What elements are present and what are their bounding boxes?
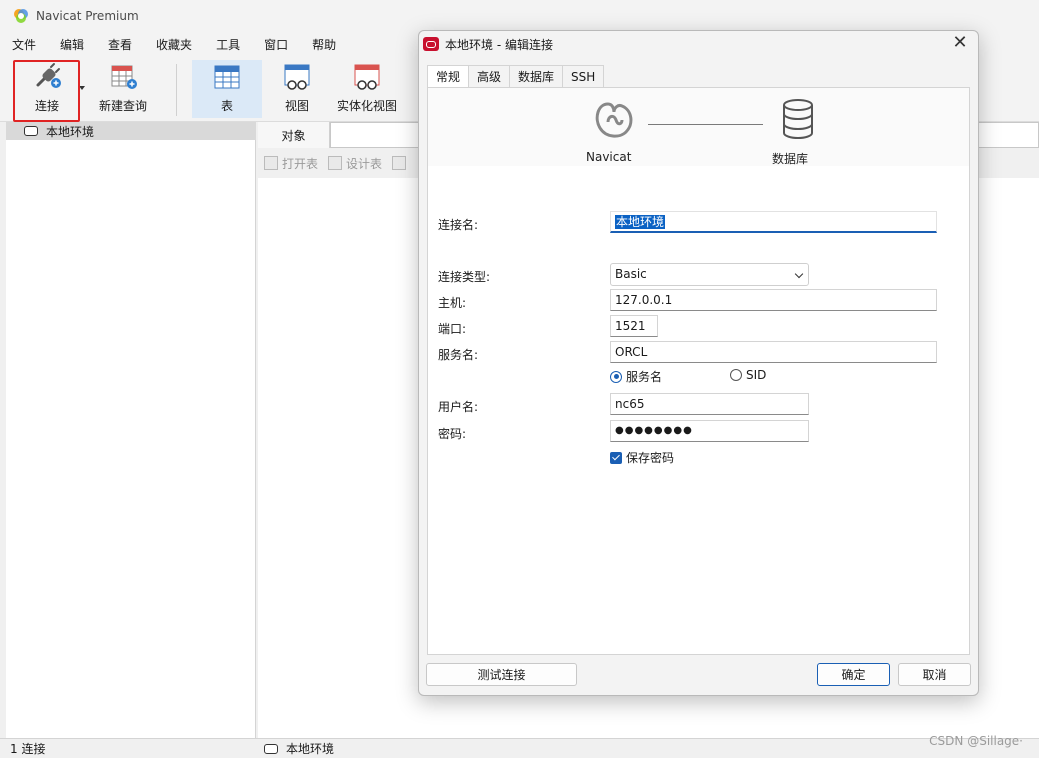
close-icon[interactable]: ✕ xyxy=(950,33,970,53)
navicat-logo-icon xyxy=(14,9,28,23)
materialized-view-label: 实体化视图 xyxy=(336,99,397,113)
diagram-database-label: 数据库 xyxy=(772,152,809,166)
status-bar: 1 连接 本地环境 xyxy=(0,738,1039,758)
materialized-view-icon xyxy=(354,64,380,90)
new-query-button[interactable]: 新建查询 xyxy=(92,60,154,118)
tab-objects-label: 对象 xyxy=(281,128,306,143)
open-table-icon xyxy=(264,156,278,170)
conn-name-label: 连接名: xyxy=(438,218,479,232)
conn-name-value: 本地环境 xyxy=(615,215,666,229)
toolbar-divider xyxy=(176,64,177,116)
app-titlebar: Navicat Premium xyxy=(0,0,1039,32)
conn-type-value: Basic xyxy=(615,267,647,281)
radio-unselected-icon xyxy=(730,369,742,381)
connection-icon xyxy=(24,126,38,136)
service-input[interactable]: ORCL xyxy=(610,341,937,363)
design-table-button[interactable]: 设计表 xyxy=(328,155,382,172)
service-name-radio[interactable]: 服务名 xyxy=(610,368,662,385)
new-table-icon xyxy=(392,156,407,170)
app-title: Navicat Premium xyxy=(36,9,139,23)
menu-file[interactable]: 文件 xyxy=(4,36,44,53)
menu-help[interactable]: 帮助 xyxy=(304,36,344,53)
status-connection-count: 1 连接 xyxy=(10,742,46,756)
menu-view[interactable]: 查看 xyxy=(100,36,140,53)
dialog-tabs: 常规 高级 数据库 SSH xyxy=(427,65,605,88)
radio-selected-icon xyxy=(610,370,622,383)
status-current: 本地环境 xyxy=(256,740,334,757)
tab-ssh[interactable]: SSH xyxy=(562,65,605,87)
oracle-connection-icon xyxy=(423,37,439,51)
service-label: 服务名: xyxy=(438,348,479,362)
ok-button[interactable]: 确定 xyxy=(817,663,890,686)
tab-objects[interactable]: 对象 xyxy=(258,122,330,148)
tree-item-label: 本地环境 xyxy=(46,124,95,139)
host-input[interactable]: 127.0.0.1 xyxy=(610,289,937,311)
dialog-titlebar: 本地环境 - 编辑连接 ✕ xyxy=(419,31,978,57)
connect-highlight-box xyxy=(13,60,80,122)
sid-radio-label: SID xyxy=(746,368,767,382)
tab-general[interactable]: 常规 xyxy=(427,65,470,88)
design-table-label: 设计表 xyxy=(346,156,383,171)
host-label: 主机: xyxy=(438,296,467,310)
materialized-view-button[interactable]: 实体化视图 xyxy=(334,60,400,118)
status-current-label: 本地环境 xyxy=(286,742,335,756)
new-query-label: 新建查询 xyxy=(98,99,147,113)
user-input[interactable]: nc65 xyxy=(610,393,809,415)
view-label: 视图 xyxy=(284,99,309,113)
conn-name-input[interactable]: 本地环境 xyxy=(610,211,937,233)
tree-item-connection[interactable]: 本地环境 xyxy=(6,122,256,140)
open-table-label: 打开表 xyxy=(282,156,319,171)
new-table-button[interactable] xyxy=(392,156,410,170)
test-connection-button[interactable]: 测试连接 xyxy=(426,663,577,686)
user-label: 用户名: xyxy=(438,400,479,414)
table-icon xyxy=(214,65,240,89)
service-name-radio-label: 服务名 xyxy=(626,370,663,384)
navicat-logo-icon xyxy=(595,102,633,138)
edit-connection-dialog: 本地环境 - 编辑连接 ✕ 常规 高级 数据库 SSH Navicat 数据库 … xyxy=(418,30,979,696)
menu-edit[interactable]: 编辑 xyxy=(52,36,92,53)
watermark: CSDN @Sillage· xyxy=(929,734,1023,748)
dialog-body: Navicat 数据库 连接名: 本地环境 连接类型: Basic 主机: 12… xyxy=(427,87,970,655)
database-icon xyxy=(783,99,813,140)
password-label: 密码: xyxy=(438,427,467,441)
sid-radio[interactable]: SID xyxy=(730,368,766,382)
chevron-down-icon xyxy=(794,269,804,279)
tab-databases[interactable]: 数据库 xyxy=(509,65,564,87)
checkbox-checked-icon xyxy=(610,451,622,464)
diagram-navicat-label: Navicat xyxy=(586,150,632,164)
port-input[interactable]: 1521 xyxy=(610,315,658,337)
view-button[interactable]: 视图 xyxy=(268,60,326,118)
port-label: 端口: xyxy=(438,322,467,336)
open-table-button[interactable]: 打开表 xyxy=(264,155,318,172)
cancel-button[interactable]: 取消 xyxy=(898,663,971,686)
conn-type-label: 连接类型: xyxy=(438,270,491,284)
view-icon xyxy=(284,64,310,90)
menu-window[interactable]: 窗口 xyxy=(256,36,296,53)
query-table-icon xyxy=(111,65,137,89)
save-password-label: 保存密码 xyxy=(626,451,675,465)
connection-tree: 本地环境 xyxy=(6,122,256,738)
dialog-title: 本地环境 - 编辑连接 xyxy=(445,37,553,52)
conn-type-select[interactable]: Basic xyxy=(610,263,809,286)
menu-tools[interactable]: 工具 xyxy=(208,36,248,53)
menu-favorites[interactable]: 收藏夹 xyxy=(148,36,200,53)
tab-advanced[interactable]: 高级 xyxy=(468,65,511,87)
table-button[interactable]: 表 xyxy=(192,60,262,118)
save-password-checkbox[interactable]: 保存密码 xyxy=(610,449,674,466)
password-input[interactable]: ●●●●●●●● xyxy=(610,420,809,442)
status-connection-icon xyxy=(264,743,278,754)
connection-diagram: Navicat 数据库 xyxy=(428,88,969,166)
table-label: 表 xyxy=(220,99,233,113)
diagram-connector-line xyxy=(648,124,763,125)
design-table-icon xyxy=(328,156,343,170)
